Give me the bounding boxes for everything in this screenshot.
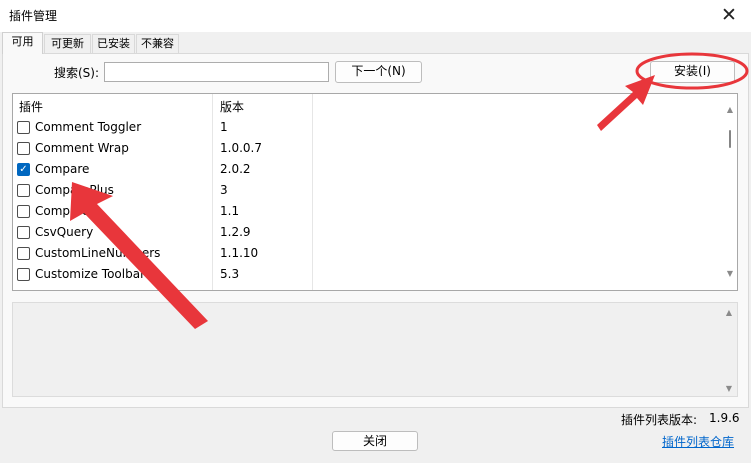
scroll-thumb[interactable] bbox=[729, 130, 731, 148]
window-title: 插件管理 bbox=[9, 9, 58, 23]
search-label: 搜索(S): bbox=[54, 66, 100, 80]
list-scrollbar[interactable]: ▲ ▼ bbox=[723, 94, 737, 290]
plugin-version: 1 bbox=[220, 120, 228, 134]
tab-installed[interactable]: 已安装 bbox=[92, 34, 135, 53]
close-button[interactable]: 关闭 bbox=[332, 431, 418, 451]
list-item[interactable]: CsvQuery 1.2.9 bbox=[13, 223, 723, 244]
search-input[interactable] bbox=[104, 62, 329, 82]
plugin-name: Compare bbox=[35, 162, 90, 176]
repo-link[interactable]: 插件列表仓库 bbox=[662, 433, 734, 450]
plugin-name: CsvQuery bbox=[35, 225, 94, 239]
install-button[interactable]: 安装(I) bbox=[650, 61, 735, 83]
column-header-plugin[interactable]: 插件 bbox=[19, 98, 43, 115]
plugin-version: 2.0.2 bbox=[220, 162, 251, 176]
row-checkbox[interactable] bbox=[17, 268, 30, 281]
scroll-up-icon[interactable]: ▲ bbox=[724, 309, 734, 317]
scroll-up-icon[interactable]: ▲ bbox=[725, 106, 735, 114]
row-checkbox[interactable] bbox=[17, 205, 30, 218]
plugin-version: 1.1 bbox=[220, 204, 240, 218]
plugin-version: 1.0.0.7 bbox=[220, 141, 262, 155]
list-item[interactable]: ✓ Compare 2.0.2 bbox=[13, 160, 723, 181]
scroll-down-icon[interactable]: ▼ bbox=[725, 270, 735, 278]
description-box[interactable]: ▲ ▼ bbox=[12, 302, 738, 397]
tab-incompatible[interactable]: 不兼容 bbox=[136, 34, 179, 53]
plugin-name: Comment Wrap bbox=[35, 141, 129, 155]
list-item[interactable]: Customize Toolbar 5.3 bbox=[13, 265, 723, 286]
tab-label: 可用 bbox=[11, 35, 34, 48]
plugin-name: CustomLineNumbers bbox=[35, 246, 161, 260]
scroll-down-icon[interactable]: ▼ bbox=[724, 385, 734, 393]
plugin-name: Compare bbox=[35, 204, 90, 218]
title-bar: 插件管理 ✕ bbox=[0, 0, 751, 32]
plugin-version: 1.1.10 bbox=[220, 246, 259, 260]
list-item[interactable]: ComparePlus 3 bbox=[13, 181, 723, 202]
plugin-name: ComparePlus bbox=[35, 183, 114, 197]
list-item[interactable]: Comment Wrap 1.0.0.7 bbox=[13, 139, 723, 160]
row-checkbox[interactable] bbox=[17, 184, 30, 197]
list-item[interactable]: Compare 1.1 bbox=[13, 202, 723, 223]
row-checkbox[interactable] bbox=[17, 226, 30, 239]
row-checkbox-checked[interactable]: ✓ bbox=[17, 163, 30, 176]
row-checkbox[interactable] bbox=[17, 247, 30, 260]
tab-label: 可更新 bbox=[51, 37, 84, 50]
tab-available[interactable]: 可用 bbox=[2, 32, 43, 54]
tab-updates[interactable]: 可更新 bbox=[44, 34, 91, 53]
next-button[interactable]: 下一个(N) bbox=[335, 61, 422, 83]
row-checkbox[interactable] bbox=[17, 142, 30, 155]
plugin-version: 1.2.9 bbox=[220, 225, 251, 239]
list-item[interactable]: Comment Toggler 1 bbox=[13, 118, 723, 139]
plugin-name: Customize Toolbar bbox=[35, 267, 146, 281]
list-version-value: 1.9.6 bbox=[709, 411, 740, 425]
tab-label: 已安装 bbox=[97, 37, 130, 50]
plugin-version: 3 bbox=[220, 183, 228, 197]
check-icon: ✓ bbox=[19, 164, 28, 175]
column-header-version[interactable]: 版本 bbox=[220, 98, 244, 115]
close-icon[interactable]: ✕ bbox=[717, 4, 741, 26]
list-item[interactable]: CustomLineNumbers 1.1.10 bbox=[13, 244, 723, 265]
list-version-label: 插件列表版本: bbox=[621, 413, 698, 427]
plugin-name: Comment Toggler bbox=[35, 120, 142, 134]
row-checkbox[interactable] bbox=[17, 121, 30, 134]
tab-label: 不兼容 bbox=[141, 37, 174, 50]
plugin-version: 5.3 bbox=[220, 267, 240, 281]
plugin-list[interactable]: 插件 版本 Comment Toggler 1 Comment Wrap 1.0… bbox=[12, 93, 738, 291]
